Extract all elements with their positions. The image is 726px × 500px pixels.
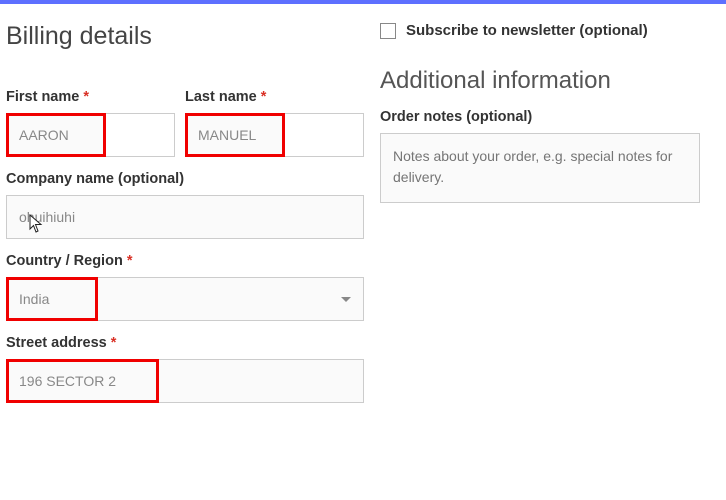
- company-input[interactable]: [6, 195, 364, 239]
- first-name-label: First name *: [6, 89, 175, 105]
- company-label: Company name (optional): [6, 171, 364, 187]
- country-select[interactable]: India: [6, 277, 364, 321]
- required-marker: *: [111, 335, 117, 351]
- required-marker: *: [127, 253, 133, 269]
- billing-title: Billing details: [6, 22, 364, 51]
- newsletter-checkbox[interactable]: [380, 23, 396, 39]
- street-label-text: Street address: [6, 335, 107, 351]
- required-marker: *: [261, 89, 267, 105]
- order-notes-textarea[interactable]: [380, 133, 700, 203]
- first-name-input-tail: [106, 113, 175, 157]
- last-name-input[interactable]: MANUEL: [185, 113, 285, 157]
- first-name-field-wrap: AARON: [6, 113, 175, 157]
- street-label: Street address *: [6, 335, 364, 351]
- last-name-field-wrap: MANUEL: [185, 113, 364, 157]
- required-marker: *: [83, 89, 89, 105]
- additional-title: Additional information: [380, 67, 700, 95]
- last-name-input-tail: [285, 113, 364, 157]
- country-selected-value: India: [19, 291, 49, 307]
- country-label-text: Country / Region: [6, 253, 123, 269]
- last-name-label-text: Last name: [185, 89, 257, 105]
- chevron-down-icon: [341, 297, 351, 302]
- first-name-input[interactable]: AARON: [6, 113, 106, 157]
- newsletter-label: Subscribe to newsletter (optional): [406, 22, 648, 39]
- last-name-label: Last name *: [185, 89, 364, 105]
- first-name-label-text: First name: [6, 89, 79, 105]
- street-input[interactable]: [6, 359, 364, 403]
- order-notes-label: Order notes (optional): [380, 109, 700, 125]
- country-label: Country / Region *: [6, 253, 364, 269]
